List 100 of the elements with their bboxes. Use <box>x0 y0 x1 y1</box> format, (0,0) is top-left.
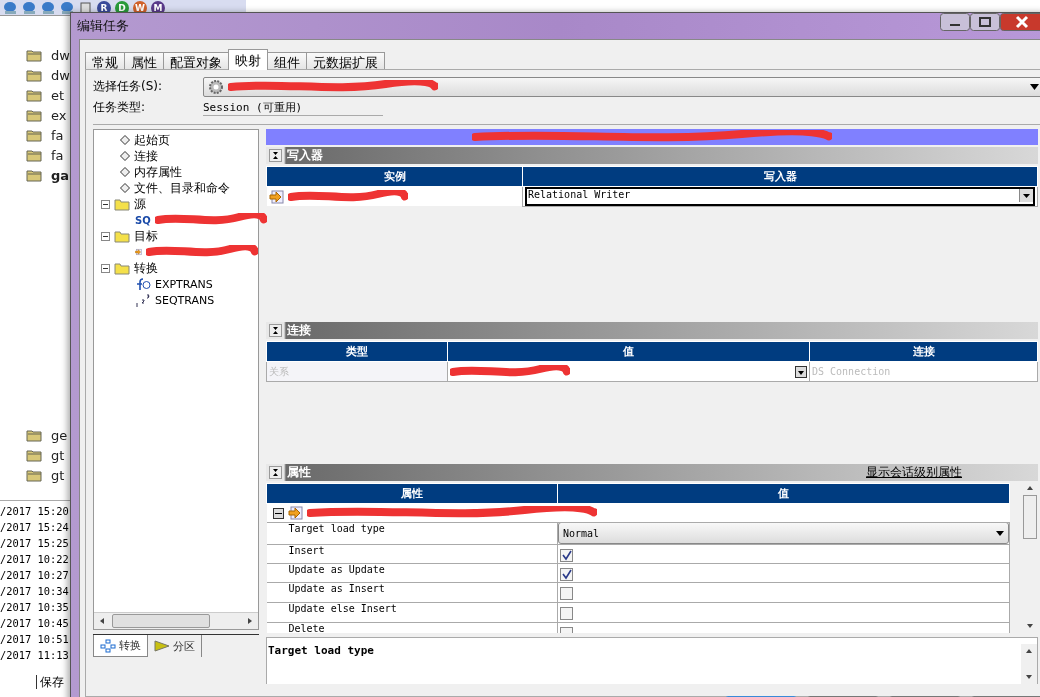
tree-item[interactable]: SEQTRANS <box>155 293 215 307</box>
scroll-left-icon[interactable] <box>98 617 106 625</box>
flag-icon <box>154 640 170 652</box>
field-label: 选择任务(S): <box>93 78 164 95</box>
tree-item[interactable]: 内存属性 <box>134 163 182 181</box>
folder-label[interactable]: ga <box>51 167 70 183</box>
database-icon[interactable] <box>3 1 18 14</box>
column-header: 值 <box>447 341 810 362</box>
database-icon[interactable] <box>60 1 75 14</box>
tree-item[interactable]: 转换 <box>134 259 158 277</box>
tab[interactable]: 组件 <box>267 52 307 70</box>
arrow-icon <box>287 506 303 520</box>
column-header: 属性 <box>266 483 558 504</box>
task-type-value: Session (可重用) <box>203 99 383 116</box>
folder-icon <box>26 88 42 102</box>
property-name: Update as Insert <box>266 582 558 603</box>
property-name: Update as Update <box>266 563 558 583</box>
collapse-icon[interactable] <box>272 507 284 519</box>
tree-item[interactable]: 源 <box>134 195 146 213</box>
folder-label[interactable]: gt <box>51 447 65 463</box>
function-icon <box>135 277 151 291</box>
caret-icon <box>1030 83 1039 90</box>
tree-item[interactable]: 目标 <box>134 227 158 245</box>
tree-item[interactable]: 文件、目录和命令 <box>134 179 230 197</box>
tab[interactable]: 常规 <box>85 52 125 70</box>
folder-label[interactable]: fa <box>51 127 64 143</box>
load-type-dropdown[interactable]: Normal <box>558 522 1009 544</box>
scroll-up-icon[interactable] <box>1026 484 1034 492</box>
property-name: Update else Insert <box>266 602 558 623</box>
vertical-scrollbar[interactable] <box>1021 644 1037 684</box>
collapse-icon[interactable] <box>269 149 282 162</box>
minimize-button[interactable] <box>940 13 970 31</box>
timestamp-cell-text: /2017 11:13 <box>0 648 70 663</box>
tab[interactable]: 配置对象 <box>163 52 229 70</box>
task-select[interactable] <box>203 76 1040 97</box>
timestamp-cell-text: /2017 10:27 <box>0 568 70 583</box>
database-icon[interactable] <box>22 1 37 14</box>
scroll-right-icon[interactable] <box>246 617 254 625</box>
network-icon <box>100 638 116 653</box>
checkbox[interactable] <box>560 568 573 581</box>
folder-label[interactable]: fa <box>51 147 64 163</box>
writer-dropdown[interactable]: Relational Writer <box>525 187 1035 206</box>
gear-icon <box>208 78 224 95</box>
folder-icon <box>26 168 42 182</box>
section-title: 写入器 <box>287 147 323 164</box>
checkbox[interactable] <box>560 549 573 562</box>
tree-item[interactable]: 连接 <box>134 147 158 165</box>
folder-icon <box>26 128 42 142</box>
tree-item[interactable]: 起始页 <box>134 131 170 149</box>
collapse-icon[interactable] <box>101 231 110 241</box>
folder-label[interactable]: gt <box>51 467 65 483</box>
caret-icon <box>996 530 1004 536</box>
sequence-icon <box>135 293 151 307</box>
scroll-up-icon[interactable] <box>1025 647 1033 655</box>
timestamp-cell-text: /2017 15:25 <box>0 536 70 551</box>
timestamp-cell-text: /2017 15:20 <box>0 504 70 519</box>
tree-item[interactable]: EXPTRANS <box>155 277 213 291</box>
timestamp-cell-text: /2017 15:24 <box>0 520 70 535</box>
collapse-icon[interactable] <box>269 324 282 337</box>
folder-label[interactable]: et <box>51 87 65 103</box>
arrow-icon <box>268 189 284 204</box>
tab[interactable]: 映射 <box>228 49 268 70</box>
timestamp-cell-text: /2017 10:51 <box>0 632 70 647</box>
horizontal-scrollbar[interactable] <box>94 612 258 629</box>
close-button[interactable] <box>1000 13 1040 31</box>
property-name: Target load type <box>266 522 558 545</box>
property-name: Insert <box>266 544 558 564</box>
column-header: 值 <box>557 483 1010 504</box>
maximize-button[interactable] <box>970 13 1000 31</box>
collapse-icon[interactable] <box>269 466 282 479</box>
sheet-tab[interactable]: 保存 <box>36 675 64 689</box>
checkbox[interactable] <box>560 607 573 620</box>
folder-icon <box>26 468 42 482</box>
session-properties-link[interactable]: 显示会话级别属性 <box>866 464 962 481</box>
folder-label[interactable]: dw <box>51 47 70 63</box>
checkbox[interactable] <box>560 587 573 600</box>
database-icon[interactable] <box>41 1 56 14</box>
tab[interactable]: 属性 <box>124 52 164 70</box>
folder-label[interactable]: ge <box>51 427 68 443</box>
scroll-down-icon[interactable] <box>1025 673 1033 681</box>
folder-icon <box>26 108 42 122</box>
collapse-icon[interactable] <box>101 199 110 209</box>
column-header: 写入器 <box>522 166 1038 187</box>
description-title: Target load type <box>268 644 374 657</box>
collapse-icon[interactable] <box>101 263 110 273</box>
folder-icon <box>114 197 130 211</box>
caret-icon <box>1023 193 1030 198</box>
folder-icon <box>26 148 42 162</box>
folder-label[interactable]: ex <box>51 107 67 123</box>
tab[interactable]: 元数据扩展 <box>306 52 385 70</box>
scroll-down-icon[interactable] <box>1026 622 1034 630</box>
document-icon[interactable] <box>79 1 93 14</box>
section-title: 连接 <box>287 322 311 339</box>
column-header: 连接 <box>809 341 1038 362</box>
folder-icon <box>114 229 130 243</box>
view-tab[interactable]: 转换 <box>93 635 148 657</box>
section-title: 属性 <box>287 464 311 481</box>
window-title: 编辑任务 <box>77 17 129 35</box>
folder-label[interactable]: dw <box>51 67 70 83</box>
folder-icon <box>26 48 42 62</box>
